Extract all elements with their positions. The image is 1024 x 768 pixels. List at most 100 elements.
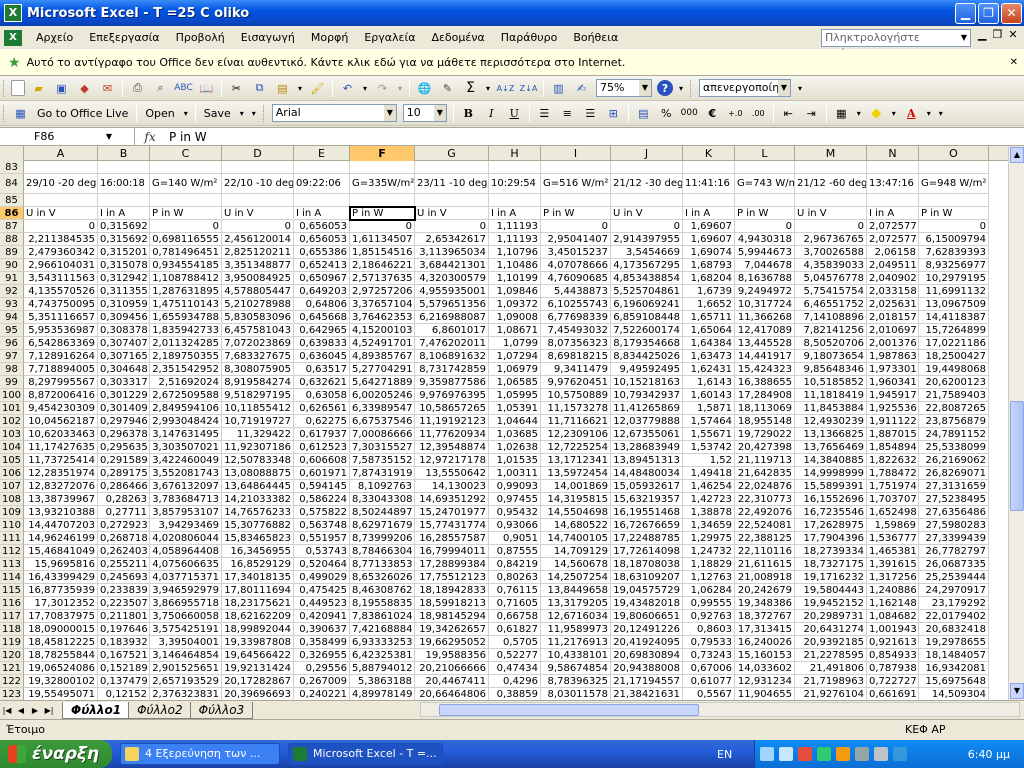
cell[interactable]: 12,7225254 xyxy=(541,441,611,454)
cell[interactable]: 2,456120014 xyxy=(222,233,294,246)
cell[interactable]: 0,661691 xyxy=(867,688,919,700)
cell[interactable]: 13,3179205 xyxy=(541,597,611,610)
cell[interactable]: 2,657193529 xyxy=(150,675,222,688)
cell[interactable]: 0,315078 xyxy=(98,259,150,272)
cell[interactable]: 2,351542952 xyxy=(150,363,222,376)
cell[interactable]: 0,67006 xyxy=(683,662,735,675)
cell[interactable]: 1,55671 xyxy=(683,428,735,441)
menu-tools[interactable]: Εργαλεία xyxy=(356,31,423,44)
cell[interactable]: 4,89385767 xyxy=(350,350,415,363)
align-right-icon[interactable]: ☰ xyxy=(581,104,600,123)
cell[interactable]: 0,63058 xyxy=(294,389,350,402)
undo-dropdown-icon[interactable]: ▾ xyxy=(361,79,369,98)
cell[interactable]: 14,709129 xyxy=(541,545,611,558)
cell[interactable]: 0,5705 xyxy=(489,636,541,649)
cell[interactable]: 0,87555 xyxy=(489,545,541,558)
cell[interactable]: 0,594145 xyxy=(294,480,350,493)
cell[interactable]: 27,5980283 xyxy=(919,519,989,532)
row-header[interactable]: 115 xyxy=(0,584,24,597)
toolbar-grip[interactable] xyxy=(690,79,693,97)
cell[interactable]: G=743 W/m² xyxy=(735,174,795,194)
cell[interactable]: 19,55495071 xyxy=(24,688,98,700)
cell[interactable]: 19,66295052 xyxy=(415,636,489,649)
column-header-g[interactable]: G xyxy=(415,146,489,161)
cell[interactable]: 14,3195815 xyxy=(541,493,611,506)
cell[interactable]: 1,536777 xyxy=(867,532,919,545)
cell[interactable]: 3,676132097 xyxy=(150,480,222,493)
cell[interactable]: 0,563748 xyxy=(294,519,350,532)
cell[interactable]: 8,33043308 xyxy=(350,493,415,506)
cell[interactable]: 13,7656469 xyxy=(795,441,867,454)
cell[interactable]: 0 xyxy=(919,220,989,233)
cell[interactable] xyxy=(867,161,919,174)
cell[interactable]: 0,652413 xyxy=(294,259,350,272)
cell[interactable]: 0,211801 xyxy=(98,610,150,623)
cell[interactable]: 13,0967509 xyxy=(919,298,989,311)
cell[interactable]: 1,10199 xyxy=(489,272,541,285)
cell[interactable]: 21,491806 xyxy=(795,662,867,675)
cell[interactable]: 15,05932617 xyxy=(611,480,683,493)
cell[interactable]: 8,919584274 xyxy=(222,376,294,389)
cell[interactable]: 24,7891152 xyxy=(919,428,989,441)
cell[interactable]: 22,024876 xyxy=(735,480,795,493)
cell[interactable]: 3,113965034 xyxy=(415,246,489,259)
cell[interactable]: G=335W/m² xyxy=(350,174,415,194)
cell[interactable]: 2,18646221 xyxy=(350,259,415,272)
cell[interactable]: P in W xyxy=(150,207,222,220)
cell[interactable]: 0,575822 xyxy=(294,506,350,519)
row-header[interactable]: 120 xyxy=(0,649,24,662)
cell[interactable]: 13,38739967 xyxy=(24,493,98,506)
cell[interactable] xyxy=(415,194,489,207)
cell[interactable]: 10,4338101 xyxy=(541,649,611,662)
cell[interactable]: 15,63219357 xyxy=(611,493,683,506)
scroll-up-icon[interactable]: ▲ xyxy=(1010,147,1024,163)
cell[interactable]: 0,698116555 xyxy=(150,233,222,246)
cell[interactable]: 2,849594106 xyxy=(150,402,222,415)
cell[interactable]: 1,391615 xyxy=(867,558,919,571)
row-header[interactable]: 116 xyxy=(0,597,24,610)
cell[interactable]: 1,03685 xyxy=(489,428,541,441)
cell[interactable]: 1,973301 xyxy=(867,363,919,376)
cell[interactable]: 20,4467411 xyxy=(415,675,489,688)
cell[interactable]: 0,645668 xyxy=(294,311,350,324)
row-header[interactable]: 118 xyxy=(0,623,24,636)
cell[interactable]: 17,70837975 xyxy=(24,610,98,623)
cell[interactable]: 0,5567 xyxy=(683,688,735,700)
cell[interactable]: 11,19192123 xyxy=(415,415,489,428)
comma-style-button[interactable]: 000 xyxy=(680,104,699,123)
new-icon[interactable] xyxy=(11,80,25,96)
cell[interactable]: 1,960341 xyxy=(867,376,919,389)
cell[interactable]: 21,7589403 xyxy=(919,389,989,402)
cell[interactable]: 9,58674854 xyxy=(541,662,611,675)
cell[interactable]: 0,656053 xyxy=(294,233,350,246)
redo-dropdown-icon[interactable]: ▾ xyxy=(396,79,404,98)
cell[interactable]: 0,197646 xyxy=(98,623,150,636)
cell[interactable]: 14,509304 xyxy=(919,688,989,700)
cell[interactable]: 14,2507254 xyxy=(541,571,611,584)
cell[interactable]: 7,82141256 xyxy=(795,324,867,337)
cell[interactable]: 11:41:16 xyxy=(683,174,735,194)
cell[interactable] xyxy=(735,194,795,207)
toolbar-grip[interactable] xyxy=(3,79,6,97)
cell[interactable]: 0,781496451 xyxy=(150,246,222,259)
cell[interactable]: 0,632621 xyxy=(294,376,350,389)
row-header[interactable]: 84 xyxy=(0,174,24,194)
cell[interactable]: 21,119713 xyxy=(735,454,795,467)
cell[interactable]: 0,47434 xyxy=(489,662,541,675)
cell[interactable]: 1,240886 xyxy=(867,584,919,597)
restore-button[interactable]: ❐ xyxy=(978,2,999,24)
cell[interactable]: 1,09008 xyxy=(489,311,541,324)
cell[interactable]: 16,79994011 xyxy=(415,545,489,558)
cell[interactable]: 1,06585 xyxy=(489,376,541,389)
cell[interactable]: 0,167521 xyxy=(98,649,150,662)
cell[interactable]: 27,3131659 xyxy=(919,480,989,493)
cell[interactable]: 7,30315527 xyxy=(350,441,415,454)
cell[interactable]: 0,223507 xyxy=(98,597,150,610)
cell[interactable] xyxy=(919,194,989,207)
cell[interactable]: 5,953536987 xyxy=(24,324,98,337)
cell[interactable]: 4,075606635 xyxy=(150,558,222,571)
cell[interactable]: 19,64566422 xyxy=(222,649,294,662)
cell[interactable] xyxy=(795,161,867,174)
cell[interactable] xyxy=(683,194,735,207)
font-name-combo[interactable]: Arial ▼ xyxy=(271,104,397,122)
